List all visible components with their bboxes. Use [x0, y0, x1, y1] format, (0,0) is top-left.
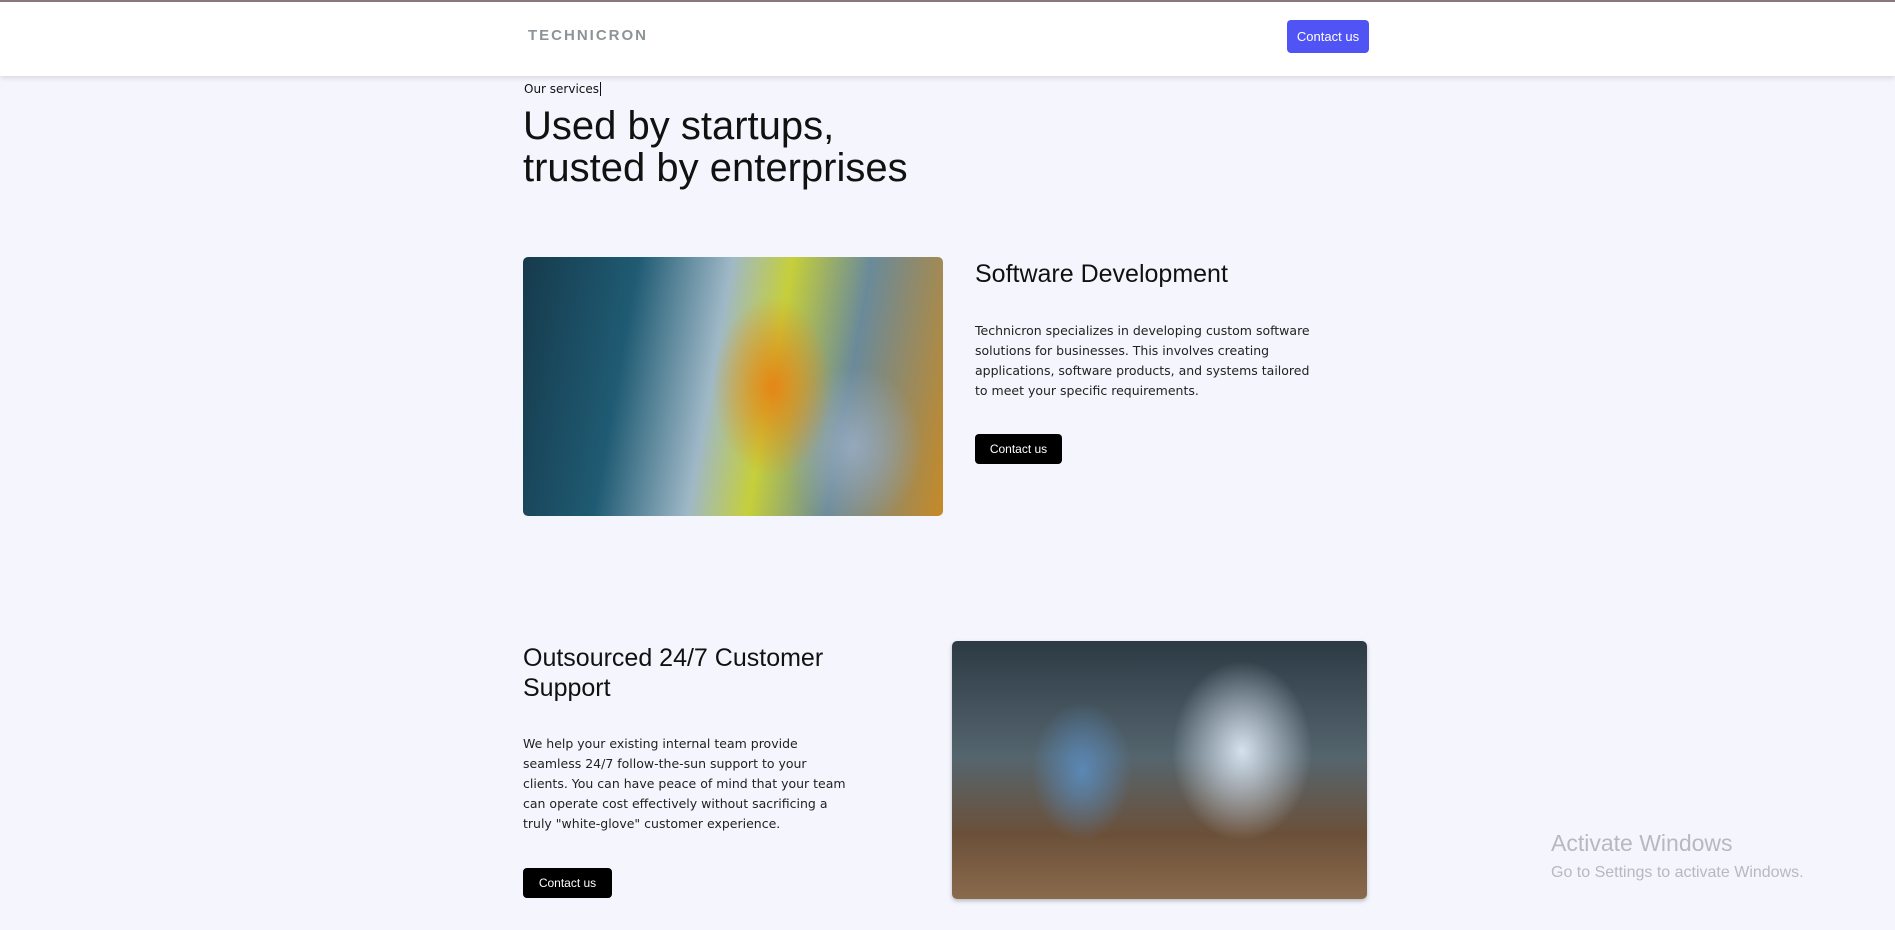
- support-contact-button[interactable]: Contact us: [523, 868, 612, 898]
- service-description-support: We help your existing internal team prov…: [523, 736, 846, 831]
- software-contact-button[interactable]: Contact us: [975, 434, 1062, 464]
- activate-windows-subtext: Go to Settings to activate Windows.: [1551, 864, 1804, 881]
- title-line-2: trusted by enterprises: [523, 146, 908, 190]
- software-development-image: [523, 257, 943, 516]
- page-title: Used by startups, trusted by enterprises: [523, 105, 908, 189]
- activate-windows-watermark: Activate Windows: [1551, 830, 1733, 856]
- section-eyebrow: Our services: [524, 82, 602, 96]
- title-line-1: Used by startups,: [523, 104, 835, 148]
- service-title-software: Software Development: [975, 260, 1228, 288]
- header-contact-button[interactable]: Contact us: [1287, 20, 1369, 53]
- site-header: TECHNICRON Contact us: [0, 2, 1895, 76]
- customer-support-image: [952, 641, 1367, 899]
- service-title-support: Outsourced 24/7 Customer Support: [523, 644, 824, 702]
- logo[interactable]: TECHNICRON: [528, 27, 648, 44]
- service-description-software: Technicron specializes in developing cus…: [975, 323, 1310, 398]
